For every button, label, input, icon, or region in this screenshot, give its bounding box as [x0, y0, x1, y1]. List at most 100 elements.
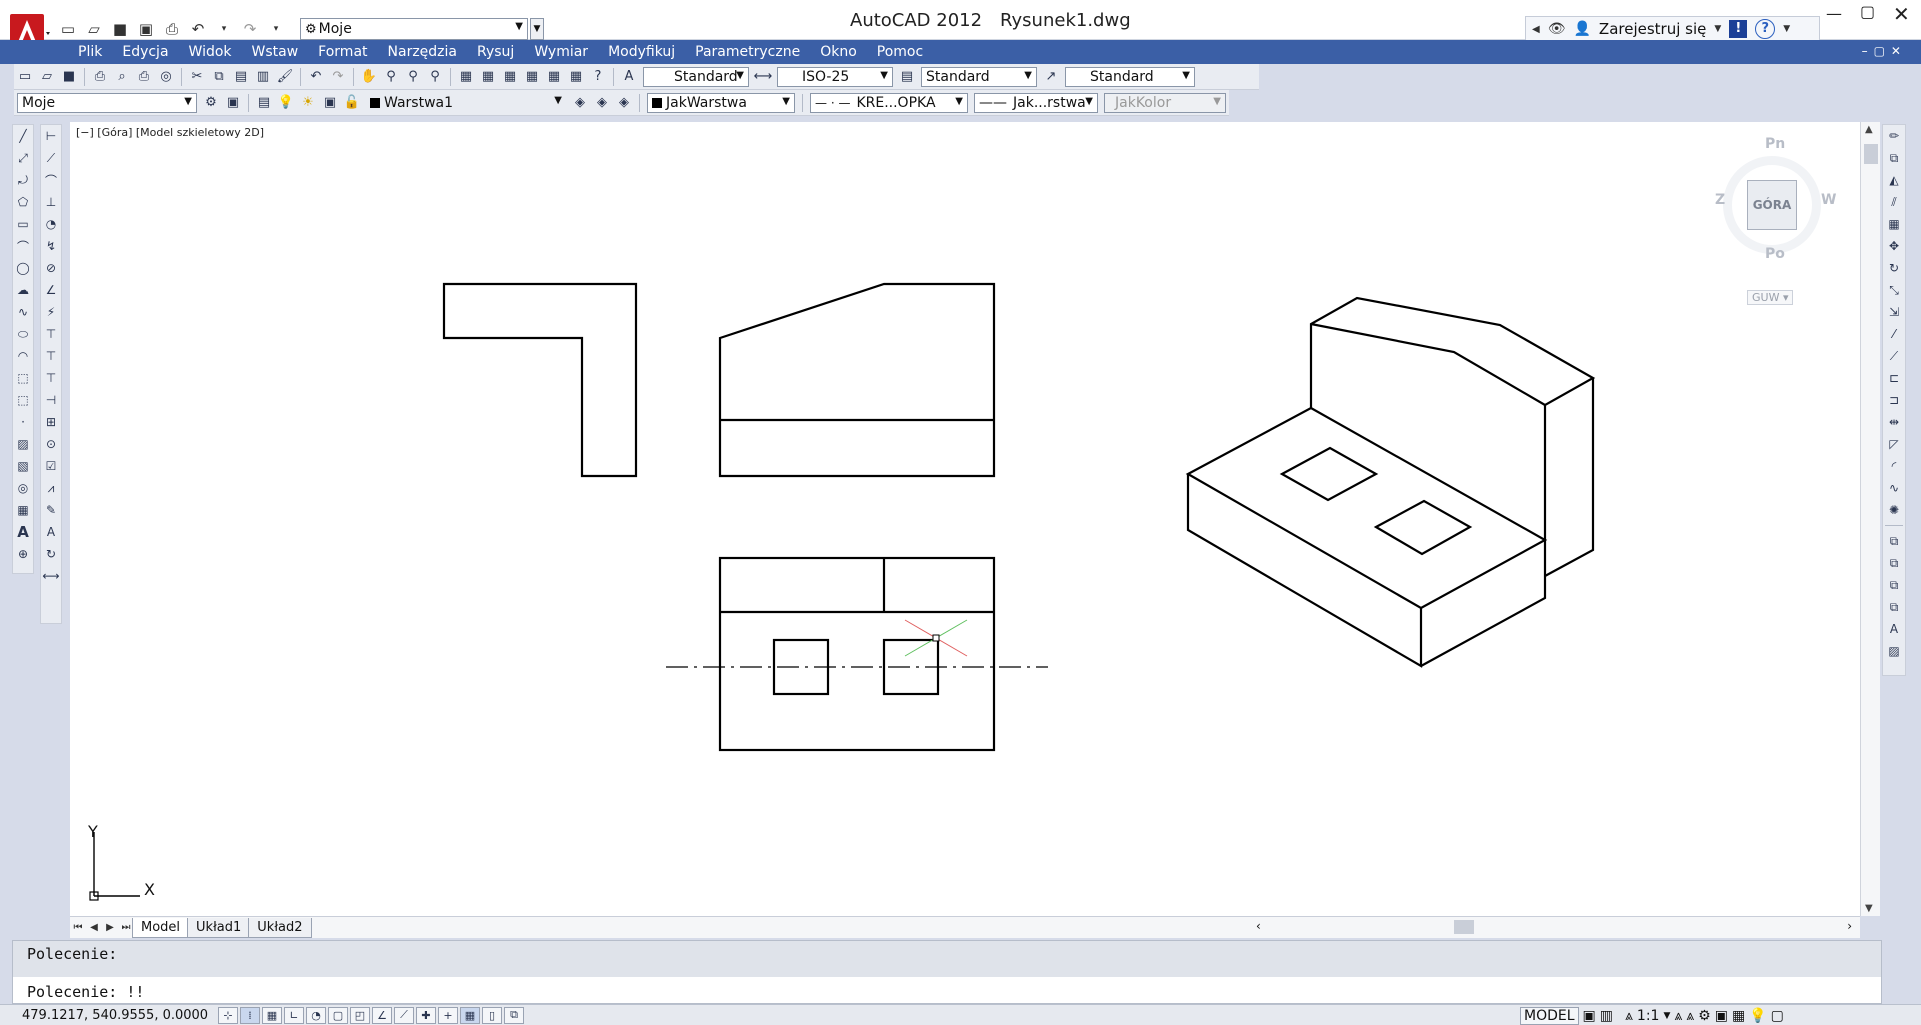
zoom-window-icon[interactable]: ⚲ [403, 67, 423, 87]
scroll-thumb[interactable] [1454, 920, 1474, 934]
ducs-toggle[interactable]: ⟋ [394, 1006, 414, 1024]
sheet-set-icon[interactable]: ▦ [522, 67, 542, 87]
command-line[interactable]: Polecenie: Polecenie: !! [12, 940, 1882, 1004]
viewcube-south[interactable]: Po [1765, 246, 1785, 262]
menu-widok[interactable]: Widok [179, 44, 242, 60]
help-icon[interactable]: ? [588, 67, 608, 87]
array-icon[interactable]: ▦ [1885, 215, 1903, 233]
hardware-accel-icon[interactable]: ▦ [1732, 1008, 1745, 1024]
workspace-settings-icon[interactable]: ▣ [223, 93, 243, 113]
new-icon[interactable]: ▭ [58, 19, 78, 39]
dim-style-select[interactable]: ISO-25 ▼ [777, 66, 893, 87]
copy-object-icon[interactable]: ⧉ [1885, 149, 1903, 167]
calculator-icon[interactable]: ▦ [566, 67, 586, 87]
linear-dim-icon[interactable]: ⊢ [42, 127, 60, 145]
otrack-toggle[interactable]: ∠ [372, 1006, 392, 1024]
baseline-icon[interactable]: ⊤ [42, 325, 60, 343]
menu-pomoc[interactable]: Pomoc [867, 44, 933, 60]
table-style-select[interactable]: Standard ▼ [921, 66, 1037, 87]
sign-in-link[interactable]: Zarejestruj się [1599, 20, 1706, 38]
stretch-icon[interactable]: ⇲ [1885, 303, 1903, 321]
print-icon[interactable]: ⎙ [162, 19, 182, 39]
spline-icon[interactable]: ∿ [14, 303, 32, 321]
copy-icon[interactable]: ⧉ [209, 67, 229, 87]
dim-break-icon[interactable]: ⊣ [42, 391, 60, 409]
redo-icon[interactable]: ↷ [328, 67, 348, 87]
explode-icon[interactable]: ✺ [1885, 501, 1903, 519]
insert-block-icon[interactable]: ⬚ [14, 369, 32, 387]
hatch-icon[interactable]: ▨ [14, 435, 32, 453]
minimize-button[interactable]: — [1826, 4, 1842, 23]
ellipse-icon[interactable]: ⬭ [14, 325, 32, 343]
osnap-toggle[interactable]: ▢ [328, 1006, 348, 1024]
lineweight-toggle[interactable]: + [438, 1006, 458, 1024]
layer-properties-icon[interactable]: ▤ [254, 93, 274, 113]
collapse-arrow-icon[interactable]: ◀ [1532, 24, 1540, 35]
polygon-icon[interactable]: ⬠ [14, 193, 32, 211]
make-block-icon[interactable]: ⬚ [14, 391, 32, 409]
text-style-icon[interactable]: A [619, 67, 639, 87]
dyn-toggle[interactable]: ✚ [416, 1006, 436, 1024]
arc-icon[interactable]: ⌒ [14, 237, 32, 255]
region-icon[interactable]: ◎ [14, 479, 32, 497]
save-icon[interactable]: ■ [110, 19, 130, 39]
color-select[interactable]: JakWarstwa ▼ [647, 92, 795, 113]
lineweight-select[interactable]: —— Jak...rstwa ▼ [974, 92, 1098, 113]
binoculars-icon[interactable]: 👁 [1548, 21, 1566, 37]
menu-edycja[interactable]: Edycja [112, 44, 178, 60]
break-at-point-icon[interactable]: ⊏ [1885, 369, 1903, 387]
dim-update-icon[interactable]: ↻ [42, 545, 60, 563]
dim-style-icon[interactable]: ⟷ [42, 567, 60, 585]
chevron-down-icon[interactable]: ▼ [1663, 1011, 1670, 1021]
continue-icon[interactable]: ⊤ [42, 347, 60, 365]
extend-icon[interactable]: ⟋ [1885, 347, 1903, 365]
horizontal-scrollbar[interactable]: ‹ › [1250, 918, 1858, 936]
new-icon[interactable]: ▭ [15, 67, 35, 87]
annotation-scale[interactable]: 1:1 [1637, 1008, 1660, 1024]
document-window-controls[interactable]: –▢✕ [1862, 44, 1907, 58]
menu-okno[interactable]: Okno [810, 44, 867, 60]
command-input[interactable]: Polecenie: !! [27, 983, 144, 1001]
clean-screen-icon[interactable]: ▢ [1771, 1008, 1784, 1024]
hatch-back-icon[interactable]: ▨ [1885, 642, 1903, 660]
quick-dim-icon[interactable]: ⚡ [42, 303, 60, 321]
markup-icon[interactable]: ▦ [544, 67, 564, 87]
viewcube-east[interactable]: W [1821, 192, 1836, 208]
radius-icon[interactable]: ◔ [42, 215, 60, 233]
aligned-dim-icon[interactable]: ⟋ [42, 149, 60, 167]
rectangle-icon[interactable]: ▭ [14, 215, 32, 233]
dim-edit-icon[interactable]: ✎ [42, 501, 60, 519]
break-icon[interactable]: ⊐ [1885, 391, 1903, 409]
paste-icon[interactable]: ▤ [231, 67, 251, 87]
infer-constraints-toggle[interactable]: ⊹ [218, 1006, 238, 1024]
table-style-icon[interactable]: ▤ [897, 67, 917, 87]
save-icon[interactable]: ■ [59, 67, 79, 87]
text-front-icon[interactable]: A [1885, 620, 1903, 638]
join-icon[interactable]: ⇹ [1885, 413, 1903, 431]
arc-length-icon[interactable]: ⌒ [42, 171, 60, 189]
user-icon[interactable]: 👤 [1573, 21, 1590, 37]
viewcube[interactable]: GÓRA Pn Po Z W GUW ▾ [1715, 136, 1855, 316]
pan-icon[interactable]: ✋ [359, 67, 379, 87]
zoom-realtime-icon[interactable]: ⚲ [381, 67, 401, 87]
tool-palettes-icon[interactable]: ▦ [500, 67, 520, 87]
rotate-icon[interactable]: ↻ [1885, 259, 1903, 277]
diameter-icon[interactable]: ⊘ [42, 259, 60, 277]
blend-icon[interactable]: ∿ [1885, 479, 1903, 497]
layer-plot-icon[interactable]: ▣ [320, 93, 340, 113]
paste-block-icon[interactable]: ▥ [253, 67, 273, 87]
circle-icon[interactable]: ◯ [14, 259, 32, 277]
design-center-icon[interactable]: ▦ [478, 67, 498, 87]
ellipse-arc-icon[interactable]: ◠ [14, 347, 32, 365]
menu-narzedzia[interactable]: Narzędzia [378, 44, 467, 60]
layer-previous-icon[interactable]: ◈ [592, 93, 612, 113]
tolerance-icon[interactable]: ⊞ [42, 413, 60, 431]
revcloud-icon[interactable]: ☁ [14, 281, 32, 299]
auto-scale-icon[interactable]: ⩓ [1686, 1008, 1694, 1024]
trim-icon[interactable]: ⁄ [1885, 325, 1903, 343]
quick-view-drawings-icon[interactable]: ▥ [1600, 1008, 1613, 1024]
undo-icon[interactable]: ↶ [306, 67, 326, 87]
prev-tab-icon[interactable]: ◀ [86, 922, 102, 933]
save-as-icon[interactable]: ▣ [136, 19, 156, 39]
move-icon[interactable]: ✥ [1885, 237, 1903, 255]
